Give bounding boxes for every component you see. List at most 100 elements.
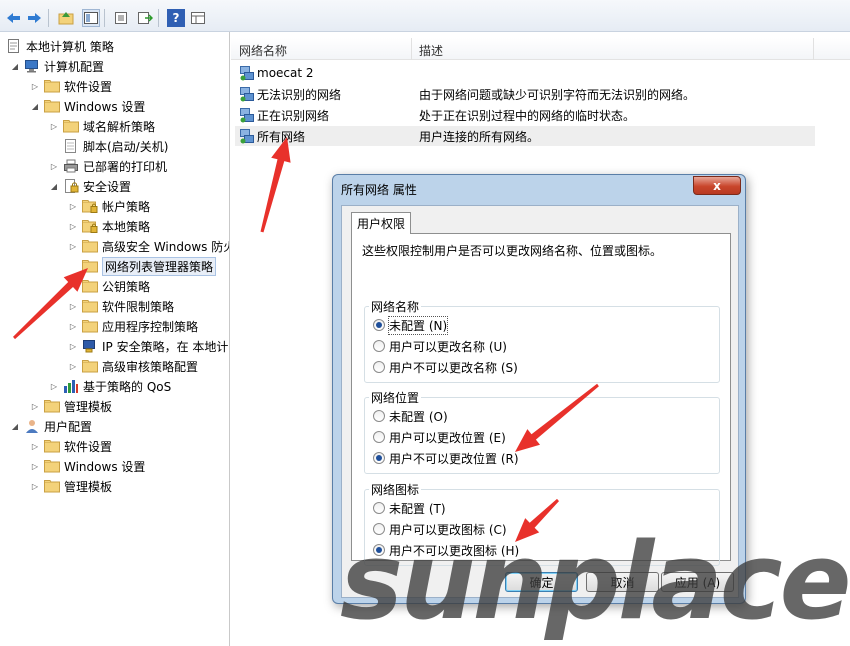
tree-item-label: 软件设置 — [64, 439, 113, 454]
tree-item-label: 高级安全 Windows 防火 — [102, 239, 230, 254]
tree-item[interactable]: ◢ 安全设置 — [49, 176, 131, 196]
collapsed-triangle-icon[interactable]: ▷ — [30, 481, 40, 491]
radio-option[interactable]: 用户可以更改位置 (E) — [373, 428, 506, 446]
list-row[interactable]: 所有网络 用户连接的所有网络。 — [235, 126, 815, 146]
collapsed-triangle-icon[interactable]: ▷ — [49, 121, 59, 131]
radio-label: 用户不可以更改图标 (H) — [389, 543, 520, 558]
collapsed-triangle-icon[interactable]: ▷ — [49, 381, 59, 391]
folder-icon — [44, 79, 60, 93]
tree-item[interactable]: ◢ 计算机配置 — [10, 56, 104, 76]
radio-unchecked-icon[interactable] — [373, 523, 385, 535]
collapsed-triangle-icon[interactable]: ▷ — [30, 401, 40, 411]
tree-item[interactable]: ▷ Windows 设置 — [30, 456, 145, 476]
tree-item[interactable]: ▷ 高级安全 Windows 防火 — [68, 236, 230, 256]
radio-checked-icon[interactable] — [373, 544, 385, 556]
export-icon[interactable] — [136, 9, 154, 27]
radio-option[interactable]: 用户不可以更改名称 (S) — [373, 358, 518, 376]
option-group: 网络位置 未配置 (O) 用户可以更改位置 (E) 用户不可以更改位置 (R) — [364, 389, 720, 474]
radio-option[interactable]: 用户不可以更改图标 (H) — [373, 541, 519, 559]
collapsed-triangle-icon[interactable]: ▷ — [68, 301, 78, 311]
collapsed-triangle-icon[interactable]: ▷ — [68, 321, 78, 331]
tree-item-label: 网络列表管理器策略 — [102, 256, 217, 276]
collapsed-triangle-icon[interactable]: ▷ — [30, 461, 40, 471]
tab-panel: 这些权限控制用户是否可以更改网络名称、位置或图标。 网络名称 未配置 (N) 用户可… — [351, 233, 731, 566]
tree-item[interactable]: 公钥策略 — [68, 276, 150, 296]
radio-unchecked-icon[interactable] — [373, 361, 385, 373]
tree-item[interactable]: ▷ 管理模板 — [30, 476, 112, 496]
collapsed-triangle-icon[interactable]: ▷ — [30, 81, 40, 91]
tree-item[interactable]: ◢ Windows 设置 — [30, 96, 145, 116]
collapsed-triangle-icon[interactable]: ▷ — [68, 241, 78, 251]
properties-dialog: 所有网络 属性 x 用户权限 这些权限控制用户是否可以更改网络名称、位置或图标。… — [332, 174, 746, 604]
tree-item-label: Windows 设置 — [64, 99, 146, 114]
collapsed-triangle-icon[interactable]: ▷ — [49, 161, 59, 171]
tree-item[interactable]: ▷ 高级审核策略配置 — [68, 356, 198, 376]
radio-option[interactable]: 用户不可以更改位置 (R) — [373, 449, 519, 467]
tree-item-label: 本地计算机 策略 — [26, 39, 114, 54]
collapsed-triangle-icon[interactable]: ▷ — [30, 441, 40, 451]
radio-unchecked-icon[interactable] — [373, 431, 385, 443]
tree-item[interactable]: ▷ 域名解析策略 — [49, 116, 155, 136]
column-description[interactable]: 描述 — [419, 42, 443, 59]
radio-option[interactable]: 未配置 (O) — [373, 407, 448, 425]
radio-option[interactable]: 未配置 (N) — [373, 315, 449, 335]
tree-item[interactable]: ▷ 应用程序控制策略 — [68, 316, 198, 336]
toolbar-separator — [104, 9, 105, 27]
apply-button[interactable]: 应用 (A) — [661, 572, 734, 592]
help-icon[interactable]: ? — [167, 9, 185, 27]
column-network-name[interactable]: 网络名称 — [239, 42, 287, 59]
tree-item[interactable]: ▷ 软件设置 — [30, 76, 112, 96]
tree-item[interactable]: ▷ 帐户策略 — [68, 196, 150, 216]
radio-option[interactable]: 用户可以更改图标 (C) — [373, 520, 507, 538]
tree-item[interactable]: ◢ 用户配置 — [10, 416, 92, 436]
tab-user-permissions[interactable]: 用户权限 — [351, 212, 411, 234]
folder-icon — [63, 119, 79, 133]
properties-icon[interactable] — [112, 9, 130, 27]
tree-item[interactable]: 本地计算机 策略 — [6, 36, 114, 56]
back-icon[interactable] — [4, 9, 22, 27]
radio-unchecked-icon[interactable] — [373, 502, 385, 514]
expanded-triangle-icon[interactable]: ◢ — [10, 421, 20, 431]
radio-unchecked-icon[interactable] — [373, 340, 385, 352]
close-button[interactable]: x — [693, 176, 741, 195]
radio-option[interactable]: 未配置 (T) — [373, 499, 446, 517]
tree-item[interactable]: ▷ 本地策略 — [68, 216, 150, 236]
folder-icon — [44, 439, 60, 453]
collapsed-triangle-icon[interactable]: ▷ — [68, 341, 78, 351]
expanded-triangle-icon[interactable]: ◢ — [49, 181, 59, 191]
tree-item[interactable]: ▷ 基于策略的 QoS — [49, 376, 171, 396]
expanded-triangle-icon[interactable]: ◢ — [10, 61, 20, 71]
folder-icon — [44, 99, 60, 113]
dialog-title: 所有网络 属性 — [341, 183, 417, 197]
radio-checked-icon[interactable] — [373, 319, 385, 331]
show-hide-tree-icon[interactable] — [82, 9, 100, 27]
tree-item[interactable]: 网络列表管理器策略 — [68, 256, 217, 276]
collapsed-triangle-icon[interactable]: ▷ — [68, 221, 78, 231]
console-tree: 本地计算机 策略 ◢ 计算机配置 ▷ 软件设置 ◢ Windows 设置 ▷ 域名解析策略 脚本(… — [0, 32, 230, 646]
security-icon — [63, 179, 79, 193]
ok-button[interactable]: 确定 — [505, 572, 578, 592]
collapsed-triangle-icon[interactable]: ▷ — [68, 201, 78, 211]
tree-item[interactable]: ▷ 管理模板 — [30, 396, 112, 416]
tree-item[interactable]: ▷ 软件限制策略 — [68, 296, 174, 316]
list-row[interactable]: 正在识别网络 处于正在识别过程中的网络的临时状态。 — [235, 105, 815, 125]
details-icon[interactable] — [189, 9, 207, 27]
up-icon[interactable] — [57, 9, 75, 27]
list-row[interactable]: moecat 2 — [235, 63, 815, 83]
tree-item-label: 软件限制策略 — [102, 299, 175, 314]
expanded-triangle-icon[interactable]: ◢ — [30, 101, 40, 111]
tree-item[interactable]: ▷ IP 安全策略，在 本地计 — [68, 336, 228, 356]
tree-item-label: 公钥策略 — [102, 279, 151, 294]
radio-option[interactable]: 用户可以更改名称 (U) — [373, 337, 507, 355]
tree-item[interactable]: 脚本(启动/关机) — [49, 136, 168, 156]
radio-unchecked-icon[interactable] — [373, 410, 385, 422]
radio-checked-icon[interactable] — [373, 452, 385, 464]
collapsed-triangle-icon[interactable]: ▷ — [68, 361, 78, 371]
tree-item[interactable]: ▷ 软件设置 — [30, 436, 112, 456]
toolbar: ? — [0, 0, 850, 32]
list-row[interactable]: 无法识别的网络 由于网络问题或缺少可识别字符而无法识别的网络。 — [235, 84, 815, 104]
tree-item[interactable]: ▷ 已部署的打印机 — [49, 156, 167, 176]
forward-icon[interactable] — [26, 9, 44, 27]
cancel-button[interactable]: 取消 — [586, 572, 659, 592]
